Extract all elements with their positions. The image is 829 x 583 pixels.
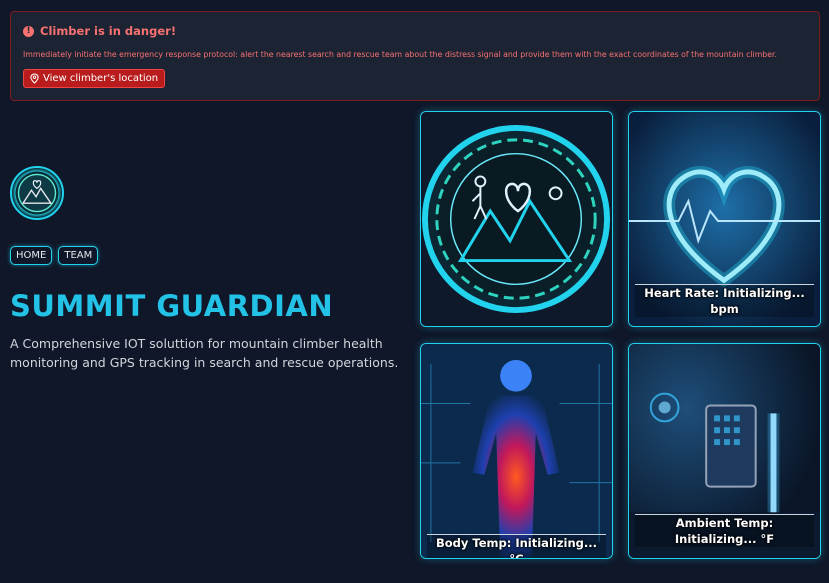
view-location-label: View climber's location [43,73,159,84]
logo-mountain-icon [17,173,57,213]
alert-title-row: ! Climber is in danger! [23,24,807,38]
body-temp-label: Body Temp: Initializing... °C [427,534,606,558]
badge-image [421,112,612,326]
nav-home[interactable]: HOME [10,246,53,265]
body-image [421,344,612,558]
ambient-temp-label: Ambient Temp: Initializing... °F [635,514,814,547]
nav-bar: HOME TEAM [10,246,99,265]
exclamation-icon: ! [23,25,34,37]
page-description: A Comprehensive IOT soluttion for mounta… [10,336,399,370]
map-pin-icon [30,73,39,84]
heart-rate-label: Heart Rate: Initializing... bpm [635,284,814,317]
body-temp-card: Body Temp: Initializing... °C [420,343,613,559]
ambient-temp-card: Ambient Temp: Initializing... °F [628,343,821,559]
heart-rate-card: Heart Rate: Initializing... bpm [628,111,821,327]
alert-title: Climber is in danger! [40,24,177,38]
page-title: SUMMIT GUARDIAN [10,289,334,323]
badge-card [420,111,613,327]
alert-message: Immediately initiate the emergency respo… [23,50,778,59]
summit-guardian-logo [10,166,64,220]
nav-team[interactable]: TEAM [58,246,99,265]
danger-alert: ! Climber is in danger! Immediately init… [10,11,820,101]
view-location-button[interactable]: View climber's location [23,69,166,88]
